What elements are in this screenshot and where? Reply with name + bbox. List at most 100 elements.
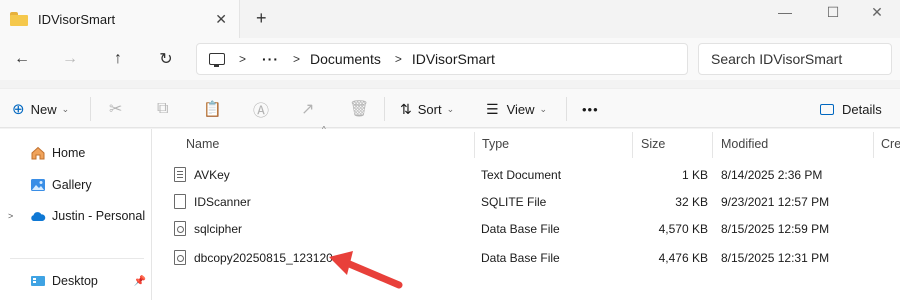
- copy-icon[interactable]: ⧉: [157, 97, 168, 121]
- name-cell: dbcopy20250815_123120: [174, 244, 333, 271]
- sidebar-item-label: Justin - Personal: [52, 209, 146, 223]
- sidebar-item-label: Home: [52, 146, 86, 160]
- divider: [90, 97, 91, 121]
- name-cell: IDScanner: [174, 188, 251, 215]
- back-button[interactable]: ←: [10, 47, 34, 71]
- hidden-crumbs-button[interactable]: ···: [262, 51, 279, 67]
- search-input[interactable]: Search IDVisorSmart: [698, 43, 892, 75]
- delete-icon[interactable]: 🗑: [349, 97, 369, 121]
- address-row: ← → ↑ ↻ > ··· > Documents > IDVisorSmart…: [0, 38, 900, 80]
- this-pc-icon[interactable]: [209, 53, 225, 67]
- table-row[interactable]: sqlcipher Data Base File 4,570 KB 8/15/2…: [160, 215, 900, 242]
- details-pane-icon: [820, 103, 834, 115]
- table-row[interactable]: AVKey Text Document 1 KB 8/14/2025 2:36 …: [160, 161, 900, 188]
- name-cell: sqlcipher: [174, 215, 242, 242]
- share-icon[interactable]: ↗: [301, 97, 314, 121]
- tab-title: IDVisorSmart: [38, 11, 116, 27]
- details-label: Details: [842, 101, 882, 117]
- file-modified: 9/23/2021 12:57 PM: [721, 194, 830, 209]
- details-button[interactable]: Details: [820, 97, 882, 121]
- file-name: AVKey: [194, 167, 230, 182]
- chevron-down-icon: ⌄: [446, 103, 455, 114]
- sort-label: Sort: [417, 101, 442, 117]
- column-header-type[interactable]: Type: [482, 133, 509, 155]
- up-button[interactable]: ↑: [106, 47, 130, 71]
- file-size: 1 KB: [681, 167, 708, 182]
- chevron-right-icon[interactable]: >: [239, 52, 246, 66]
- column-divider[interactable]: [712, 132, 713, 158]
- divider: [566, 97, 567, 121]
- table-row[interactable]: dbcopy20250815_123120 Data Base File 4,4…: [160, 244, 900, 271]
- sort-icon: ⇅: [400, 100, 412, 117]
- new-label: New: [30, 101, 57, 117]
- sidebar-item-label: Desktop: [52, 274, 98, 288]
- chevron-down-icon: ⌄: [61, 103, 70, 114]
- tab-idvisorsmart[interactable]: IDVisorSmart ✕: [0, 0, 240, 38]
- name-cell: AVKey: [174, 161, 230, 188]
- sidebar-item-desktop[interactable]: Desktop 📌: [0, 269, 152, 293]
- table-row[interactable]: IDScanner SQLITE File 32 KB 9/23/2021 12…: [160, 188, 900, 215]
- refresh-button[interactable]: ↻: [154, 47, 178, 71]
- file-modified: 8/14/2025 2:36 PM: [721, 167, 823, 182]
- address-bar[interactable]: > ··· > Documents > IDVisorSmart: [196, 43, 688, 75]
- minimize-button[interactable]: —: [762, 0, 808, 24]
- close-tab-icon[interactable]: ✕: [215, 11, 227, 28]
- file-type: Data Base File: [481, 221, 560, 236]
- annotation-arrow-icon: [329, 251, 403, 289]
- new-tab-button[interactable]: +: [256, 8, 267, 28]
- desktop-icon: [30, 273, 46, 289]
- view-button[interactable]: ☰ View ⌄: [486, 97, 547, 121]
- view-lines-icon: ☰: [486, 100, 499, 117]
- forward-button[interactable]: →: [58, 47, 82, 71]
- file-size: 32 KB: [675, 194, 708, 209]
- file-type: Text Document: [481, 167, 562, 182]
- content-area: Home Gallery > Justin - Personal Desktop…: [0, 125, 900, 300]
- sidebar-item-onedrive[interactable]: > Justin - Personal: [0, 204, 152, 228]
- text-document-icon: [174, 167, 186, 182]
- column-divider[interactable]: [873, 132, 874, 158]
- navigation-pane: Home Gallery > Justin - Personal Desktop…: [0, 129, 152, 300]
- database-file-icon: [174, 221, 186, 236]
- sidebar-item-gallery[interactable]: Gallery: [0, 173, 152, 197]
- sidebar-item-home[interactable]: Home: [0, 141, 152, 165]
- file-size: 4,476 KB: [658, 250, 708, 265]
- pin-icon: 📌: [133, 275, 146, 287]
- close-window-button[interactable]: ✕: [854, 0, 900, 24]
- home-icon: [30, 145, 46, 161]
- file-modified: 8/15/2025 12:59 PM: [721, 221, 830, 236]
- file-type: Data Base File: [481, 250, 560, 265]
- view-label: View: [506, 101, 535, 117]
- column-divider[interactable]: [474, 132, 475, 158]
- chevron-right-icon[interactable]: >: [8, 211, 13, 221]
- column-header-created[interactable]: Cre: [881, 133, 900, 155]
- breadcrumb-idvisorsmart[interactable]: IDVisorSmart: [412, 51, 495, 67]
- blank-file-icon: [174, 194, 186, 209]
- chevron-right-icon[interactable]: >: [395, 52, 402, 66]
- file-name: IDScanner: [194, 194, 251, 209]
- paste-icon[interactable]: 📋: [203, 97, 222, 121]
- chevron-right-icon[interactable]: >: [293, 52, 300, 66]
- file-type: SQLITE File: [481, 194, 547, 209]
- file-size: 4,570 KB: [658, 221, 708, 236]
- title-bar: IDVisorSmart ✕ + — ☐ ✕: [0, 0, 900, 38]
- new-button[interactable]: ⊕ New ⌄: [12, 97, 69, 121]
- sort-button[interactable]: ⇅ Sort ⌄: [400, 97, 454, 121]
- column-header-name[interactable]: Name: [186, 133, 219, 155]
- file-name: sqlcipher: [194, 221, 243, 236]
- divider: [384, 97, 385, 121]
- file-modified: 8/15/2025 12:31 PM: [721, 250, 830, 265]
- column-divider[interactable]: [632, 132, 633, 158]
- gallery-icon: [30, 177, 46, 193]
- maximize-button[interactable]: ☐: [810, 0, 856, 24]
- sort-ascending-icon: ^: [322, 125, 326, 134]
- nav-divider: [10, 258, 144, 259]
- file-name: dbcopy20250815_123120: [194, 250, 333, 265]
- rename-icon[interactable]: Ⓐ: [253, 97, 269, 121]
- cut-icon[interactable]: ✂: [109, 97, 122, 121]
- see-more-button[interactable]: •••: [582, 97, 599, 121]
- sidebar-item-label: Gallery: [52, 178, 92, 192]
- command-bar: ⊕ New ⌄ ✂ ⧉ 📋 Ⓐ ↗ 🗑 ⇅ Sort ⌄ ☰ View ⌄ ••…: [0, 88, 900, 128]
- breadcrumb-documents[interactable]: Documents: [310, 51, 381, 67]
- column-header-modified[interactable]: Modified: [721, 133, 768, 155]
- column-header-size[interactable]: Size: [641, 133, 665, 155]
